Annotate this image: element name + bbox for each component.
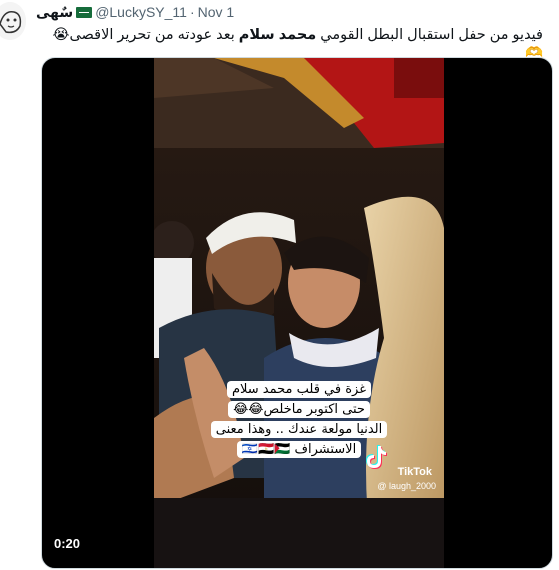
avatar[interactable] [0, 2, 26, 40]
tweet-header: سٌهى @LuckySY_11 · Nov 1 [36, 4, 235, 21]
video-frame: غزة في قلب محمد سلام حتى اكتوبر ماخلص😂😂 … [154, 58, 444, 568]
tweet-text-bold[interactable]: محمد سلام [239, 27, 316, 43]
tiktok-label: TikTok [397, 466, 432, 478]
display-name[interactable]: سٌهى [36, 4, 73, 21]
caption-text: الاستشراف 🇮🇱🇪🇬🇵🇸 [236, 441, 362, 458]
saudi-flag-icon [76, 6, 93, 18]
tiktok-username: @ laugh_2000 [377, 481, 436, 491]
tiktok-icon [366, 445, 387, 469]
caption-text: الدنيا مولعة عندك .. وهذا معنى [210, 421, 388, 438]
caption-text: غزة في قلب محمد سلام [226, 381, 372, 398]
caption-line: الدنيا مولعة عندك .. وهذا معنى [189, 420, 409, 440]
video-timestamp: 0:20 [54, 536, 81, 551]
video-player[interactable]: غزة في قلب محمد سلام حتى اكتوبر ماخلص😂😂 … [41, 57, 553, 569]
caption-text: حتى اكتوبر ماخلص😂😂 [228, 401, 370, 418]
tweet-date[interactable]: Nov 1 [198, 4, 235, 20]
tweet-text-part: فيديو من حفل استقبال البطل القومي [316, 27, 543, 43]
separator-dot: · [189, 4, 195, 20]
caption-line: حتى اكتوبر ماخلص😂😂 [189, 400, 409, 420]
caption-line: غزة في قلب محمد سلام [189, 380, 409, 400]
user-handle[interactable]: @LuckySY_11 [95, 4, 187, 20]
